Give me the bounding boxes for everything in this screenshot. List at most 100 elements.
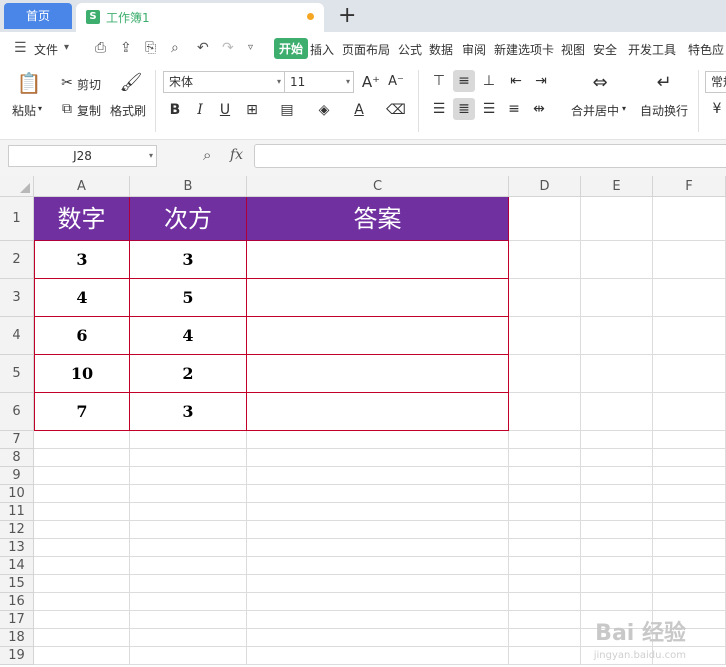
column-header-e[interactable]: E <box>581 176 653 197</box>
grid-cell[interactable] <box>509 317 581 355</box>
table-cell[interactable]: 3 <box>130 393 247 431</box>
chevron-down-icon[interactable]: ▾ <box>64 42 69 53</box>
grid-cell[interactable] <box>247 539 509 557</box>
grid-cell[interactable] <box>581 449 653 467</box>
font-size-select[interactable]: 11 ▾ <box>284 71 354 93</box>
menu-tab-features[interactable]: 特色应 <box>688 41 724 58</box>
grid-cell[interactable] <box>509 593 581 611</box>
menu-tab-security[interactable]: 安全 <box>593 41 617 58</box>
grid-cell[interactable] <box>130 539 247 557</box>
grid-cell[interactable] <box>130 431 247 449</box>
grid-cell[interactable] <box>130 557 247 575</box>
grid-cell[interactable] <box>581 431 653 449</box>
grid-cell[interactable] <box>247 449 509 467</box>
table-cell[interactable] <box>247 393 509 431</box>
name-box[interactable]: J28 ▾ <box>8 145 157 167</box>
table-cell[interactable]: 5 <box>130 279 247 317</box>
new-tab-button[interactable]: + <box>338 2 356 30</box>
merge-center-button[interactable]: 合并居中 <box>571 102 619 119</box>
grid-cell[interactable] <box>509 467 581 485</box>
save-icon[interactable]: ⎙ <box>95 40 106 56</box>
auto-wrap-button[interactable]: 自动换行 <box>640 102 688 119</box>
grid-cell[interactable] <box>581 197 653 241</box>
grid-cell[interactable] <box>34 557 130 575</box>
increase-font-icon[interactable]: A⁺ <box>360 71 382 93</box>
grid-cell[interactable] <box>509 393 581 431</box>
grid-cell[interactable] <box>34 647 130 665</box>
grid-cell[interactable] <box>581 575 653 593</box>
table-header-cell[interactable]: 数字 <box>34 197 130 241</box>
grid-cell[interactable] <box>247 593 509 611</box>
currency-icon[interactable]: ¥ <box>706 98 726 120</box>
grid-cell[interactable] <box>247 629 509 647</box>
menu-tab-page-layout[interactable]: 页面布局 <box>342 41 390 58</box>
row-header[interactable]: 19 <box>0 647 34 665</box>
grid-cell[interactable] <box>34 629 130 647</box>
print-icon[interactable]: ⎘ <box>145 40 156 56</box>
row-header[interactable]: 2 <box>0 241 34 279</box>
file-menu[interactable]: 文件 <box>34 41 58 58</box>
grid-cell[interactable] <box>509 431 581 449</box>
grid-cell[interactable] <box>653 449 726 467</box>
grid-cell[interactable] <box>247 521 509 539</box>
grid-cell[interactable] <box>130 629 247 647</box>
row-header[interactable]: 4 <box>0 317 34 355</box>
column-header-c[interactable]: C <box>247 176 509 197</box>
table-cell[interactable]: 10 <box>34 355 130 393</box>
table-header-cell[interactable]: 答案 <box>247 197 509 241</box>
table-cell[interactable] <box>247 241 509 279</box>
grid-cell[interactable] <box>34 503 130 521</box>
formula-input[interactable] <box>254 144 726 168</box>
table-cell[interactable] <box>247 317 509 355</box>
grid-cell[interactable] <box>653 503 726 521</box>
grid-cell[interactable] <box>247 611 509 629</box>
row-header[interactable]: 3 <box>0 279 34 317</box>
grid-cell[interactable] <box>581 503 653 521</box>
distributed-icon[interactable]: ⇹ <box>528 98 550 120</box>
grid-cell[interactable] <box>509 197 581 241</box>
menu-tab-insert[interactable]: 插入 <box>310 41 334 58</box>
grid-cell[interactable] <box>509 355 581 393</box>
table-cell[interactable] <box>247 355 509 393</box>
grid-cell[interactable] <box>34 431 130 449</box>
paste-button[interactable]: 粘贴 <box>12 102 36 119</box>
grid-cell[interactable] <box>34 539 130 557</box>
grid-cell[interactable] <box>653 317 726 355</box>
grid-cell[interactable] <box>247 431 509 449</box>
grid-cell[interactable] <box>509 279 581 317</box>
column-header-d[interactable]: D <box>509 176 581 197</box>
table-cell[interactable]: 4 <box>130 317 247 355</box>
grid-cell[interactable] <box>653 521 726 539</box>
fx-label[interactable]: fx <box>230 147 243 163</box>
row-header[interactable]: 8 <box>0 449 34 467</box>
grid-cell[interactable] <box>509 629 581 647</box>
undo-icon[interactable]: ↶ <box>197 40 209 56</box>
format-painter-button[interactable]: 格式刷 <box>110 102 146 119</box>
grid-cell[interactable] <box>581 539 653 557</box>
row-header[interactable]: 15 <box>0 575 34 593</box>
row-header[interactable]: 14 <box>0 557 34 575</box>
menu-tab-data[interactable]: 数据 <box>429 41 453 58</box>
grid-cell[interactable] <box>509 503 581 521</box>
fill-color-icon[interactable]: ◈ <box>313 99 335 121</box>
copy-button[interactable]: 复制 <box>77 102 101 119</box>
grid-cell[interactable] <box>581 557 653 575</box>
grid-cell[interactable] <box>509 521 581 539</box>
grid-cell[interactable] <box>130 575 247 593</box>
row-header[interactable]: 12 <box>0 521 34 539</box>
merge-center-icon[interactable]: ⇔ <box>588 72 612 96</box>
font-color-icon[interactable]: A <box>348 99 370 121</box>
grid-cell[interactable] <box>34 449 130 467</box>
column-header-f[interactable]: F <box>653 176 726 197</box>
menu-tab-new-tab[interactable]: 新建选项卡 <box>494 41 554 58</box>
align-bottom-icon[interactable]: ⊥ <box>478 70 500 92</box>
cell-style-icon[interactable]: ▤ <box>276 99 298 121</box>
grid-cell[interactable] <box>130 611 247 629</box>
redo-icon[interactable]: ↷ <box>222 40 234 56</box>
grid-cell[interactable] <box>581 279 653 317</box>
underline-icon[interactable]: U <box>214 99 236 121</box>
font-name-select[interactable]: 宋体 ▾ <box>163 71 285 93</box>
grid-cell[interactable] <box>509 539 581 557</box>
grid-cell[interactable] <box>130 485 247 503</box>
row-header[interactable]: 9 <box>0 467 34 485</box>
